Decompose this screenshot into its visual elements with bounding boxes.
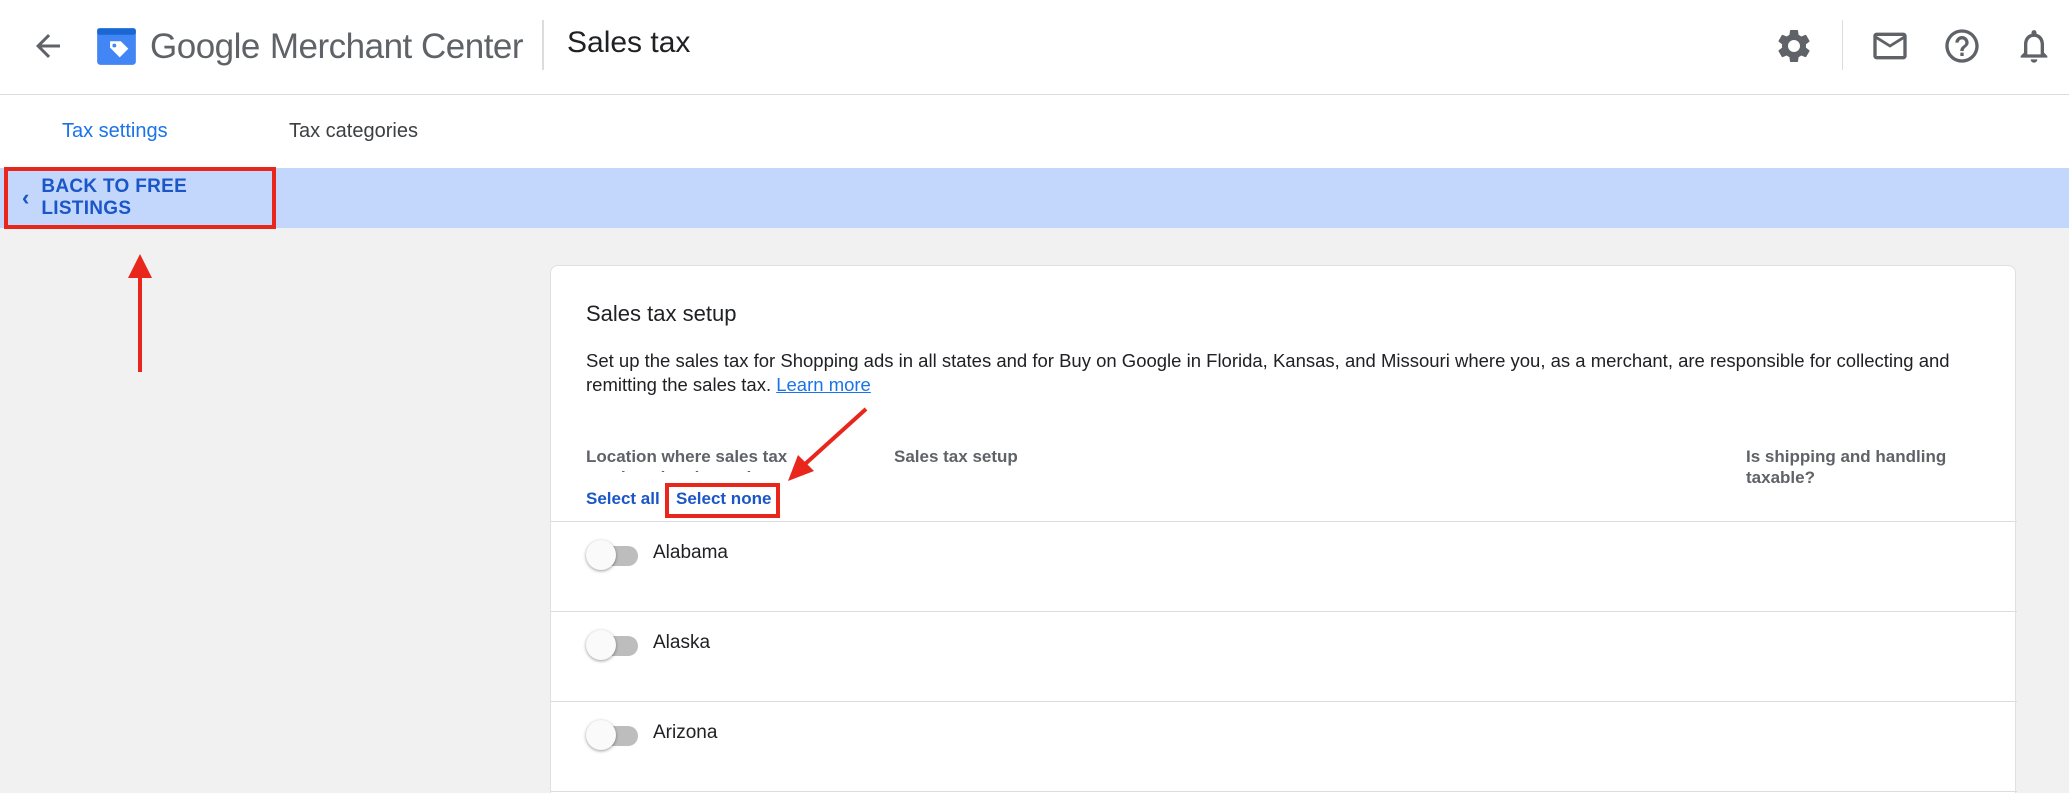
tab-bar: Tax settings Tax categories [0, 95, 2069, 168]
column-header-location: Location where sales tax needs to be cha… [586, 447, 788, 472]
brand-divider [542, 20, 544, 70]
state-name: Alabama [653, 542, 728, 563]
tab-tax-categories[interactable]: Tax categories [289, 95, 418, 168]
card-title: Sales tax setup [586, 301, 737, 326]
mail-icon[interactable] [1870, 26, 1910, 66]
back-to-free-listings-button[interactable]: ‹ BACK TO FREE LISTINGS [4, 167, 276, 229]
merchant-center-logo-icon [97, 28, 136, 65]
state-toggle[interactable] [586, 720, 640, 750]
brand-name: Google Merchant Center [150, 22, 524, 72]
column-header-shipping-taxable: Is shipping and handling taxable? [1746, 447, 1947, 487]
state-name: Arizona [653, 722, 718, 743]
state-row: Alabama [551, 521, 2017, 611]
state-toggle[interactable] [586, 630, 640, 660]
top-app-bar: Google Merchant Center Sales tax [0, 0, 2069, 95]
back-to-free-listings-label: BACK TO FREE LISTINGS [41, 176, 188, 219]
back-arrow-icon[interactable] [30, 28, 66, 64]
sales-tax-setup-card: Sales tax setup Set up the sales tax for… [550, 265, 2017, 793]
brand-product: Merchant Center [269, 27, 524, 66]
toolbar-divider [1842, 20, 1843, 70]
state-row: Arizona [551, 701, 2017, 791]
tab-tax-settings[interactable]: Tax settings [62, 95, 168, 168]
help-icon[interactable] [1942, 26, 1982, 66]
learn-more-link[interactable]: Learn more [776, 374, 871, 395]
chevron-left-icon: ‹ [22, 185, 30, 210]
state-row: Alaska [551, 611, 2017, 701]
settings-gear-icon[interactable] [1774, 26, 1814, 66]
notifications-bell-icon[interactable] [2014, 26, 2054, 66]
brand-google: Google [150, 27, 260, 66]
card-description: Set up the sales tax for Shopping ads in… [586, 349, 1996, 397]
column-header-sales-tax-setup: Sales tax setup [894, 447, 1018, 466]
annotation-arrow-up-icon [128, 254, 152, 372]
back-bar [0, 168, 2069, 228]
page-title: Sales tax [567, 26, 691, 59]
select-none-highlight-box [665, 483, 780, 518]
state-toggle[interactable] [586, 540, 640, 570]
state-name: Alaska [653, 632, 711, 653]
select-all-link[interactable]: Select all [586, 489, 660, 509]
